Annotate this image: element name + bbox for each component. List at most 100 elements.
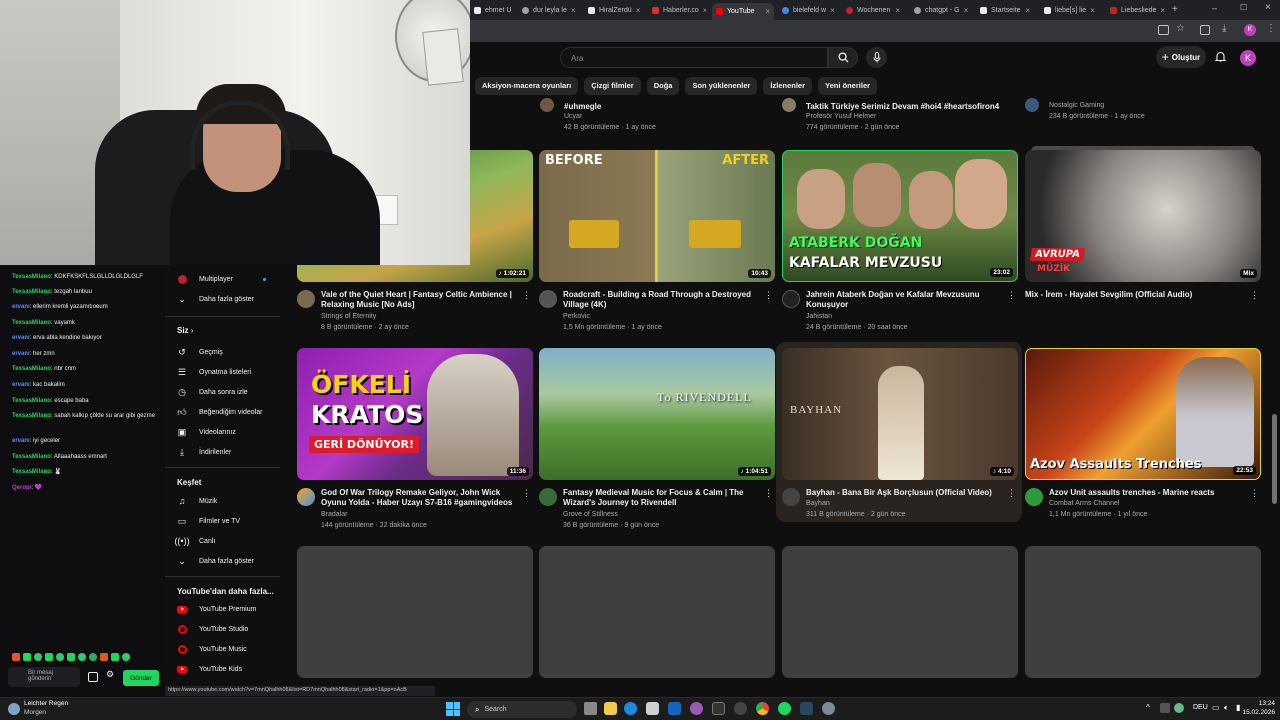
channel-avatar[interactable] xyxy=(782,290,800,308)
video-card[interactable]: Azov Assaults Trenches 22:53 Azov Unit a… xyxy=(1025,348,1261,548)
browser-tab[interactable]: Wochenen × xyxy=(842,3,904,18)
video-title[interactable]: Jahrein Ataberk Doğan ve Kafalar Mevzusu… xyxy=(806,290,1006,310)
video-title[interactable]: Vale of the Quiet Heart | Fantasy Celtic… xyxy=(321,290,521,310)
video-thumbnail[interactable]: Azov Assaults Trenches 22:53 xyxy=(1025,348,1261,480)
emote-icon[interactable] xyxy=(67,653,75,661)
chip[interactable]: Yeni öneriler xyxy=(818,77,878,95)
download-icon[interactable]: ⤓ xyxy=(1222,23,1226,34)
more-options-icon[interactable]: ⋮ xyxy=(1250,488,1259,499)
video-card[interactable]: To RIVENDELL ♪ 1:04:51 Fantasy Medieval … xyxy=(539,348,775,548)
video-card[interactable]: #uhmegle Ucyar 42 B görüntüleme · 1 ay ö… xyxy=(540,96,776,146)
minimize-button[interactable]: – xyxy=(1212,3,1217,13)
video-title[interactable]: Roadcraft - Building a Road Through a De… xyxy=(563,290,763,310)
sidebar-item-playlists[interactable]: ☰ Oynatma listeleri xyxy=(177,365,251,379)
chat-username[interactable]: ervanı xyxy=(12,335,30,341)
sidebar-item-your-videos[interactable]: ▣ Videolarınız xyxy=(177,425,236,439)
browser-tab[interactable]: dur leyla le × xyxy=(518,3,576,18)
channel-avatar[interactable] xyxy=(1025,98,1039,112)
emote-icon[interactable] xyxy=(45,653,53,661)
emote-icon[interactable] xyxy=(78,653,86,661)
chat-username[interactable]: TexsasMilano xyxy=(12,366,51,372)
close-tab-icon[interactable]: × xyxy=(703,6,706,15)
channel-name[interactable]: Strings of Eternity xyxy=(321,313,376,320)
chat-username[interactable]: TexsasMilano xyxy=(12,469,51,475)
chat-username[interactable]: ervanı xyxy=(12,351,30,357)
video-title[interactable]: Fantasy Medieval Music for Focus & Calm … xyxy=(563,488,763,508)
tray-app-icon[interactable] xyxy=(1174,703,1184,713)
chip[interactable]: Son yüklenenler xyxy=(685,77,758,95)
close-tab-icon[interactable]: × xyxy=(765,7,770,16)
more-options-icon[interactable]: ⋮ xyxy=(1007,290,1016,301)
video-title[interactable]: Taktik Türkiye Serimiz Devam #hoi4 #hear… xyxy=(806,102,1006,112)
bits-icon[interactable] xyxy=(88,672,98,682)
account-avatar[interactable]: K xyxy=(1240,50,1256,66)
channel-name[interactable]: Nostalgic Gaming xyxy=(1049,102,1104,109)
sidebar-item-live[interactable]: ((•)) Canlı xyxy=(174,534,215,548)
speaker-icon[interactable]: 🔈︎ xyxy=(1224,703,1229,713)
steam-icon[interactable] xyxy=(800,702,813,715)
emote-icon[interactable] xyxy=(89,653,97,661)
chat-username[interactable]: TexsasMilano xyxy=(12,398,51,404)
chat-username[interactable]: TexsasMilano xyxy=(12,413,51,419)
network-icon[interactable]: ▭ xyxy=(1212,703,1220,712)
scrollbar-thumb[interactable] xyxy=(1272,414,1277,504)
chip[interactable]: Aksiyon-macera oyunları xyxy=(475,77,579,95)
browser-tab[interactable]: bielefeld w × xyxy=(778,3,836,18)
browser-tab[interactable]: liebe[s] lie × xyxy=(1040,3,1098,18)
more-options-icon[interactable]: ⋮ xyxy=(1007,488,1016,499)
github-icon[interactable] xyxy=(734,702,747,715)
video-thumbnail[interactable]: BAYHAN ♪ 4:10 xyxy=(782,348,1018,480)
extensions-icon[interactable] xyxy=(1200,25,1210,35)
maximize-button[interactable]: ☐ xyxy=(1240,3,1247,12)
close-window-button[interactable]: × xyxy=(1265,2,1271,13)
emote-icon[interactable] xyxy=(122,653,130,661)
task-view-icon[interactable] xyxy=(584,702,597,715)
close-tab-icon[interactable]: × xyxy=(1160,6,1165,15)
sidebar-item-youtube-studio[interactable]: YouTube Studio xyxy=(177,622,248,636)
chat-username[interactable]: TexsasMilano xyxy=(12,289,51,295)
channel-avatar[interactable] xyxy=(297,488,315,506)
sidebar-item-youtube-music[interactable]: YouTube Music xyxy=(177,642,247,656)
store-icon[interactable] xyxy=(646,702,659,715)
emote-icon[interactable] xyxy=(34,653,42,661)
video-thumbnail[interactable]: To RIVENDELL ♪ 1:04:51 xyxy=(539,348,775,480)
channel-name[interactable]: Profesör Yusuf Helmer xyxy=(806,113,876,120)
video-title[interactable]: #uhmegle xyxy=(564,102,764,112)
video-thumbnail[interactable]: ATABERK DOĞAN KAFALAR MEVZUSU 23:02 xyxy=(782,150,1018,282)
sidebar-item-show-more[interactable]: ⌄ Daha fazla göster xyxy=(177,292,254,306)
sidebar-item-multiplayer[interactable]: Multiplayer xyxy=(177,272,266,286)
emote-icon[interactable] xyxy=(23,653,31,661)
more-options-icon[interactable]: ⋮ xyxy=(764,290,773,301)
cast-icon[interactable] xyxy=(1158,25,1169,35)
notifications-button[interactable] xyxy=(1212,48,1228,66)
chat-username[interactable]: TexsasMilano xyxy=(12,454,51,460)
clock-time[interactable]: 13:24 xyxy=(1249,700,1275,707)
chat-username[interactable]: ervanı xyxy=(12,304,30,310)
chip[interactable]: Çizgi filmler xyxy=(584,77,641,95)
video-title[interactable]: Bayhan - Bana Bir Aşk Borçlusun (Officia… xyxy=(806,488,1006,498)
keyboard-language[interactable]: DEU xyxy=(1193,704,1208,711)
video-card[interactable]: ÖFKELİ KRATOS GERİ DÖNÜYOR! 11:36 God Of… xyxy=(297,348,533,548)
channel-avatar[interactable] xyxy=(539,488,557,506)
sidebar-item-films-tv[interactable]: ▭ Filmler ve TV xyxy=(177,514,240,528)
close-tab-icon[interactable]: × xyxy=(1090,6,1095,15)
chat-message-input[interactable]: Bir mesaj gönderin xyxy=(8,667,80,687)
browser-menu-icon[interactable]: ⋮ xyxy=(1266,23,1276,34)
video-title[interactable]: Azov Unit assaults trenches - Marine rea… xyxy=(1049,488,1249,498)
sidebar-section-you[interactable]: Siz › xyxy=(177,326,193,335)
chat-send-button[interactable]: Gönder xyxy=(123,670,159,686)
sidebar-item-history[interactable]: ↺ Geçmiş xyxy=(177,345,223,359)
emote-icon[interactable] xyxy=(111,653,119,661)
emote-icon[interactable] xyxy=(12,653,20,661)
sidebar-item-downloads[interactable]: ⤓ İndirilenler xyxy=(177,445,231,459)
new-tab-button[interactable]: + xyxy=(1172,4,1178,15)
browser-tab[interactable]: chatgpt - G × xyxy=(910,3,968,18)
edge-browser-icon[interactable] xyxy=(624,702,637,715)
tray-app-icon[interactable] xyxy=(1160,703,1170,713)
sidebar-item-youtube-kids[interactable]: YouTube Kids xyxy=(177,662,242,676)
more-options-icon[interactable]: ⋮ xyxy=(522,290,531,301)
more-options-icon[interactable]: ⋮ xyxy=(522,488,531,499)
video-thumbnail[interactable]: ÖFKELİ KRATOS GERİ DÖNÜYOR! 11:36 xyxy=(297,348,533,480)
taskbar-search-box[interactable]: ⌕ Search xyxy=(467,701,577,718)
search-input[interactable]: Ara xyxy=(560,47,828,68)
